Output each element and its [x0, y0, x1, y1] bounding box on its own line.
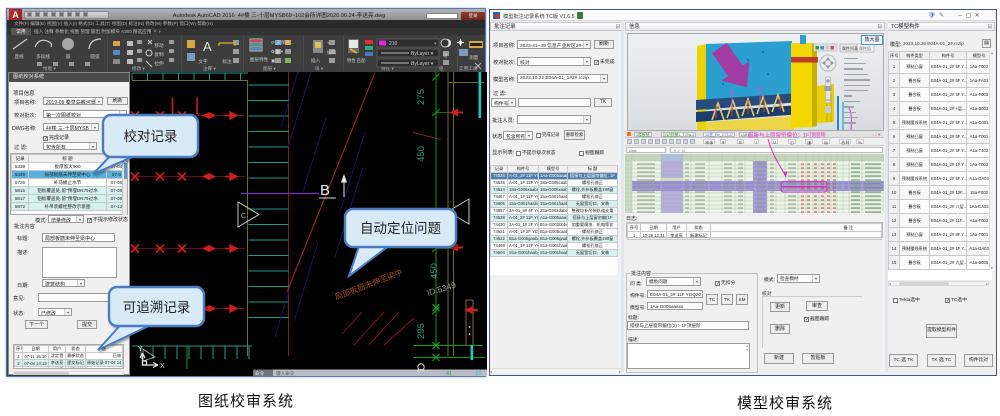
svg-text:搭接与上层窗帘偏位：1F顶层阶: 搭接与上层窗帘偏位：1F顶层阶	[748, 131, 826, 139]
svg-text:自动定位问题: 自动定位问题	[360, 221, 441, 236]
svg-text:可追溯记录: 可追溯记录	[123, 300, 191, 315]
svg-text:校对记录: 校对记录	[124, 128, 178, 144]
